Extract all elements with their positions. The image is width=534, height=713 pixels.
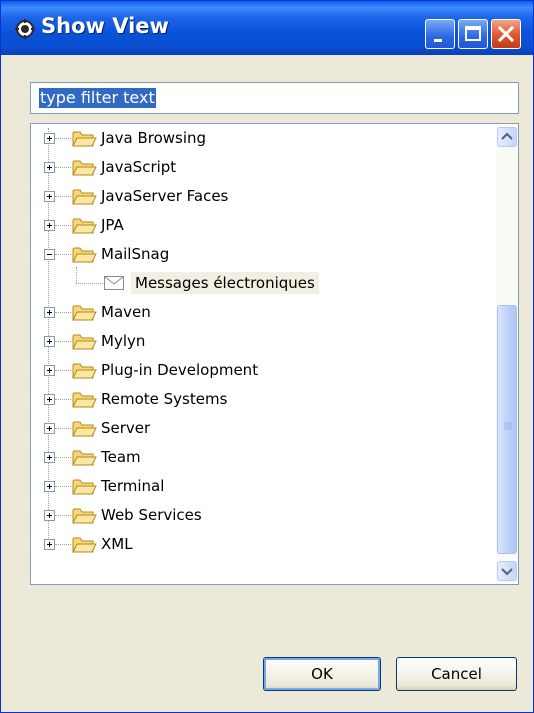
expand-icon[interactable] [44, 539, 55, 550]
tree-item-label: Mylyn [101, 332, 146, 350]
close-button[interactable] [491, 19, 521, 49]
tree-item-remote-systems[interactable]: Remote Systems [31, 388, 491, 414]
vertical-scrollbar[interactable] [496, 125, 518, 583]
folder-icon [72, 537, 97, 553]
folder-icon [72, 450, 97, 466]
tree-item-xml[interactable]: XML [31, 533, 491, 559]
folder-icon [72, 189, 97, 205]
collapse-icon[interactable] [44, 249, 55, 260]
folder-icon [72, 218, 97, 234]
chevron-up-icon [501, 132, 513, 140]
tree-connector [55, 370, 71, 371]
minimize-button[interactable] [425, 19, 455, 49]
tree-item-label: Web Services [101, 506, 202, 524]
folder-icon [72, 363, 97, 379]
expand-icon[interactable] [44, 133, 55, 144]
tree-item-label: Remote Systems [101, 390, 228, 408]
folder-icon [72, 131, 97, 147]
envelope-icon [104, 276, 124, 290]
scroll-up-button[interactable] [497, 127, 517, 147]
tree-item-label: Maven [101, 303, 151, 321]
tree-item-label: JPA [101, 216, 124, 234]
tree-item-messages-lectroniques[interactable]: Messages électroniques [31, 267, 491, 298]
view-tree[interactable]: Java Browsing JavaScript JavaServer Faces J… [30, 123, 519, 585]
tree-item-javascript[interactable]: JavaScript [31, 156, 491, 182]
eclipse-view-icon [15, 19, 35, 39]
tree-item-mailsnag[interactable]: MailSnag [31, 243, 491, 269]
tree-connector [55, 428, 71, 429]
grip-icon [504, 422, 512, 430]
tree-item-maven[interactable]: Maven [31, 301, 491, 327]
tree-item-label: Team [101, 448, 141, 466]
title-bar[interactable]: Show View [1, 1, 533, 55]
tree-connector [55, 486, 71, 487]
maximize-icon [465, 26, 481, 41]
folder-icon [72, 305, 97, 321]
expand-icon[interactable] [44, 336, 55, 347]
tree-connector [55, 457, 71, 458]
expand-icon[interactable] [44, 394, 55, 405]
scroll-thumb[interactable] [497, 305, 517, 554]
window-title: Show View [41, 14, 169, 38]
filter-text: type filter text [39, 88, 156, 108]
tree-item-label: Java Browsing [101, 129, 207, 147]
tree-item-label: JavaServer Faces [101, 187, 229, 205]
tree-connector [55, 196, 71, 197]
filter-input[interactable]: type filter text [30, 82, 519, 114]
tree-item-javaserver-faces[interactable]: JavaServer Faces [31, 185, 491, 211]
maximize-button[interactable] [458, 19, 488, 49]
folder-icon [72, 392, 97, 408]
tree-connector [55, 254, 71, 255]
tree-item-label: Messages électroniques [131, 272, 319, 294]
tree-item-label: JavaScript [101, 158, 177, 176]
folder-icon [72, 421, 97, 437]
folder-icon [72, 247, 97, 263]
expand-icon[interactable] [44, 481, 55, 492]
show-view-dialog: Show View type filter text Java Browsing… [0, 0, 534, 713]
tree-item-java-browsing[interactable]: Java Browsing [31, 127, 491, 153]
minimize-icon [434, 39, 442, 42]
tree-connector [55, 138, 71, 139]
tree-item-mylyn[interactable]: Mylyn [31, 330, 491, 356]
cancel-button[interactable]: Cancel [396, 657, 517, 691]
folder-icon [72, 508, 97, 524]
tree-connector [55, 341, 71, 342]
tree-item-team[interactable]: Team [31, 446, 491, 472]
tree-connector [55, 515, 71, 516]
expand-icon[interactable] [44, 191, 55, 202]
tree-item-plug-in-development[interactable]: Plug-in Development [31, 359, 491, 385]
folder-icon [72, 334, 97, 350]
tree-item-label: Plug-in Development [101, 361, 259, 379]
tree-item-terminal[interactable]: Terminal [31, 475, 491, 501]
tree-item-label: XML [101, 535, 133, 553]
tree-item-label: MailSnag [101, 245, 170, 263]
expand-icon[interactable] [44, 162, 55, 173]
folder-icon [72, 160, 97, 176]
chevron-down-icon [501, 568, 513, 576]
tree-item-jpa[interactable]: JPA [31, 214, 491, 240]
tree-connector [55, 225, 71, 226]
expand-icon[interactable] [44, 220, 55, 231]
scroll-down-button[interactable] [497, 561, 517, 581]
tree-item-label: Terminal [101, 477, 165, 495]
tree-connector [55, 167, 71, 168]
expand-icon[interactable] [44, 365, 55, 376]
tree-connector [55, 312, 71, 313]
expand-icon[interactable] [44, 452, 55, 463]
expand-icon[interactable] [44, 307, 55, 318]
tree-connector [55, 399, 71, 400]
ok-button[interactable]: OK [263, 657, 381, 691]
close-icon [497, 25, 515, 43]
tree-item-server[interactable]: Server [31, 417, 491, 443]
expand-icon[interactable] [44, 510, 55, 521]
tree-connector [76, 283, 103, 284]
expand-icon[interactable] [44, 423, 55, 434]
tree-item-label: Server [101, 419, 151, 437]
tree-connector [55, 544, 71, 545]
tree-item-web-services[interactable]: Web Services [31, 504, 491, 530]
folder-icon [72, 479, 97, 495]
tree-connector [76, 267, 77, 283]
